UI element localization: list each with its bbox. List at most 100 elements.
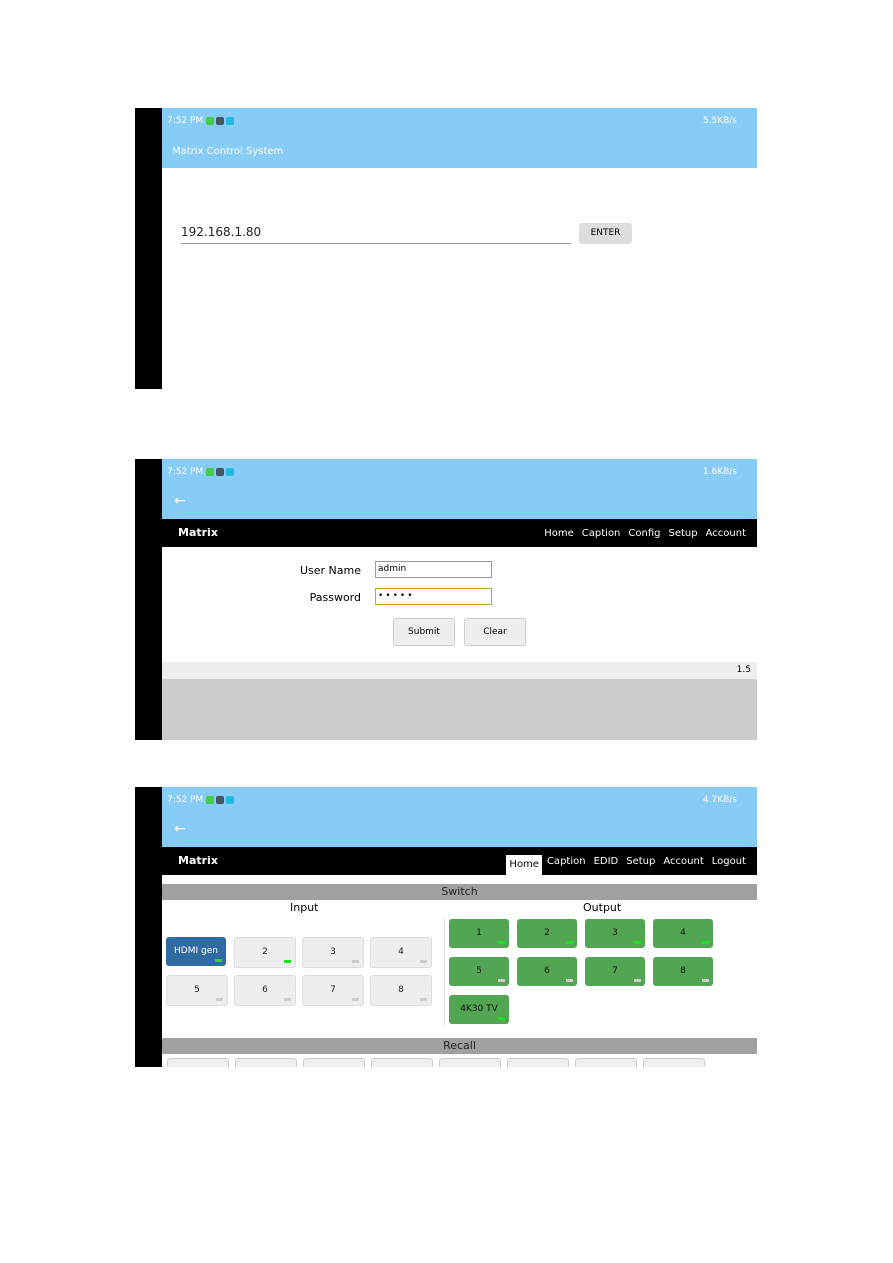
network-speed: 5.5KB/s	[702, 116, 737, 126]
input-label: 8	[398, 985, 404, 995]
nav-setup[interactable]: Setup	[623, 853, 658, 870]
output-label: 1	[476, 928, 482, 938]
brand: Matrix	[178, 526, 218, 539]
back-arrow-icon[interactable]: ←	[174, 493, 186, 509]
recall-button[interactable]	[575, 1058, 637, 1067]
signal-indicator	[566, 941, 573, 944]
status-bar: 7:52 PM 1.6KB/s ←	[162, 459, 757, 519]
signal-indicator	[420, 998, 427, 1001]
output-button[interactable]: 3	[585, 919, 645, 948]
output-label: 3	[612, 928, 618, 938]
time: 7:52 PM	[167, 116, 204, 126]
input-button[interactable]: 8	[370, 975, 432, 1006]
signal-indicator	[634, 979, 641, 982]
input-label: 7	[330, 985, 336, 995]
app-icon	[216, 467, 224, 476]
nav-bar: Matrix Home Caption EDID Setup Account L…	[162, 847, 757, 875]
recall-button[interactable]	[507, 1058, 569, 1067]
output-button[interactable]: 2	[517, 919, 577, 948]
username-input[interactable]: admin	[375, 561, 492, 578]
nav-caption[interactable]: Caption	[579, 525, 624, 542]
nav-config[interactable]: Config	[625, 525, 663, 542]
black-edge	[135, 108, 162, 389]
input-label: 5	[194, 985, 200, 995]
output-button[interactable]: 8	[653, 957, 713, 986]
output-label: 7	[612, 966, 618, 976]
app-icon	[216, 116, 224, 125]
output-title: Output	[583, 901, 622, 914]
output-label: 2	[544, 928, 550, 938]
input-label: 6	[262, 985, 268, 995]
output-label: 4	[680, 928, 686, 938]
signal-indicator	[702, 941, 709, 944]
version: 1.5	[736, 665, 751, 675]
input-button[interactable]: 2	[234, 937, 296, 968]
nav-home[interactable]: Home	[541, 525, 577, 542]
enter-button[interactable]: ENTER	[579, 223, 632, 244]
nav-caption[interactable]: Caption	[544, 853, 589, 870]
ip-input[interactable]: 192.168.1.80	[181, 225, 571, 244]
output-button[interactable]: 4K30 TV	[449, 995, 509, 1024]
network-speed: 4.7KB/s	[702, 795, 737, 805]
divider	[444, 917, 445, 1027]
recall-button[interactable]	[439, 1058, 501, 1067]
signal-indicator	[566, 979, 573, 982]
black-edge	[135, 459, 162, 740]
empty-area	[162, 679, 757, 740]
output-button[interactable]: 5	[449, 957, 509, 986]
recall-header: Recall	[162, 1038, 757, 1054]
password-input[interactable]: •••••	[375, 588, 492, 605]
time: 7:52 PM	[167, 467, 204, 477]
signal-indicator	[284, 998, 291, 1001]
input-button[interactable]: 4	[370, 937, 432, 968]
signal-indicator	[498, 1017, 505, 1020]
app-icon	[206, 116, 214, 125]
nav-account[interactable]: Account	[703, 525, 749, 542]
output-button[interactable]: 1	[449, 919, 509, 948]
screenshot-home: 7:52 PM 4.7KB/s ← Matrix Home Caption ED…	[135, 787, 757, 1067]
input-button[interactable]: HDMI gen	[166, 937, 226, 966]
app-icon	[206, 467, 214, 476]
input-button[interactable]: 7	[302, 975, 364, 1006]
signal-indicator	[420, 960, 427, 963]
nav-account[interactable]: Account	[660, 853, 706, 870]
signal-indicator	[634, 941, 641, 944]
status-bar: 7:52 PM 5.5KB/s Matrix Control System	[162, 108, 757, 168]
footer: 1.5	[162, 662, 757, 679]
nav-home[interactable]: Home	[506, 855, 542, 875]
signal-indicator	[216, 998, 223, 1001]
recall-button[interactable]	[643, 1058, 705, 1067]
input-button[interactable]: 5	[166, 975, 228, 1006]
recall-button[interactable]	[371, 1058, 433, 1067]
black-edge	[135, 787, 162, 1067]
switch-header: Switch	[162, 884, 757, 900]
network-speed: 1.6KB/s	[702, 467, 737, 477]
nav-logout[interactable]: Logout	[709, 853, 749, 870]
input-label: HDMI gen	[174, 946, 218, 956]
brand: Matrix	[178, 854, 218, 867]
time: 7:52 PM	[167, 795, 204, 805]
output-label: 4K30 TV	[460, 1004, 498, 1014]
output-button[interactable]: 4	[653, 919, 713, 948]
app-icon	[226, 795, 234, 804]
submit-button[interactable]: Submit	[393, 618, 455, 646]
app-title: Matrix Control System	[172, 146, 284, 157]
app-icon	[216, 795, 224, 804]
input-button[interactable]: 6	[234, 975, 296, 1006]
back-arrow-icon[interactable]: ←	[174, 821, 186, 837]
signal-indicator	[702, 979, 709, 982]
output-label: 8	[680, 966, 686, 976]
input-label: 3	[330, 947, 336, 957]
nav-setup[interactable]: Setup	[666, 525, 701, 542]
recall-button[interactable]	[303, 1058, 365, 1067]
nav-edid[interactable]: EDID	[591, 853, 622, 870]
signal-indicator	[498, 979, 505, 982]
input-button[interactable]: 3	[302, 937, 364, 968]
output-button[interactable]: 6	[517, 957, 577, 986]
clear-button[interactable]: Clear	[464, 618, 526, 646]
input-label: 4	[398, 947, 404, 957]
recall-button[interactable]	[167, 1058, 229, 1067]
nav-bar: Matrix Home Caption Config Setup Account	[162, 519, 757, 547]
output-button[interactable]: 7	[585, 957, 645, 986]
recall-button[interactable]	[235, 1058, 297, 1067]
